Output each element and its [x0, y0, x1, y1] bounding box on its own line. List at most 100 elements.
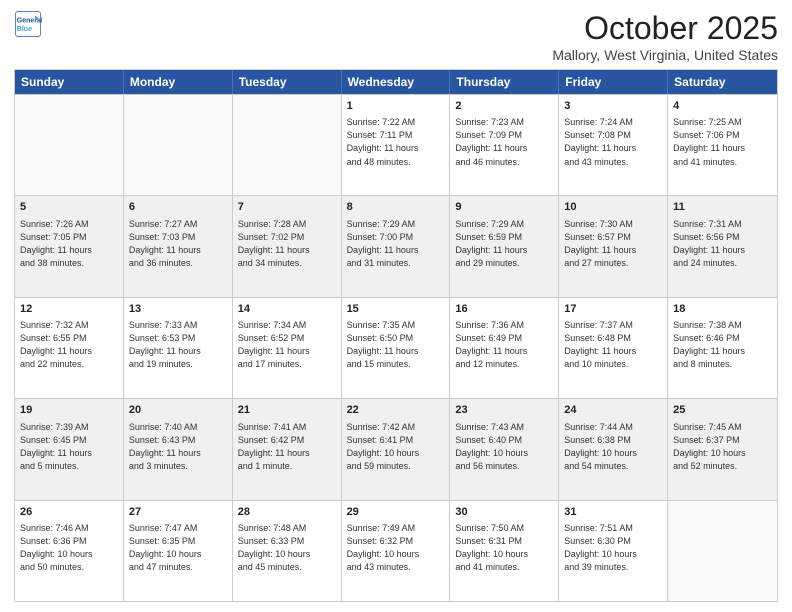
- calendar-body: 1Sunrise: 7:22 AM Sunset: 7:11 PM Daylig…: [15, 94, 777, 601]
- empty-cell: [124, 95, 233, 195]
- cell-details: Sunrise: 7:45 AM Sunset: 6:37 PM Dayligh…: [673, 421, 772, 473]
- calendar-cell: 15 Sunrise: 7:35 AM Sunset: 6:50 PM Dayli…: [342, 298, 451, 398]
- day-number: 17: [564, 302, 662, 317]
- cell-details: Sunrise: 7:36 AM Sunset: 6:49 PM Dayligh…: [455, 319, 553, 371]
- location: Mallory, West Virginia, United States: [552, 47, 778, 63]
- weekday-header: Tuesday: [233, 70, 342, 94]
- calendar-cell: 24Sunrise: 7:44 AM Sunset: 6:38 PM Dayli…: [559, 399, 668, 499]
- calendar-cell: 7 Sunrise: 7:28 AM Sunset: 7:02 PM Daylig…: [233, 196, 342, 296]
- cell-details: Sunrise: 7:30 AM Sunset: 6:57 PM Dayligh…: [564, 218, 662, 270]
- calendar-cell: 29Sunrise: 7:49 AM Sunset: 6:32 PM Dayli…: [342, 501, 451, 601]
- day-number: 2: [455, 99, 553, 114]
- day-number: 6: [129, 200, 227, 215]
- cell-details: Sunrise: 7:42 AM Sunset: 6:41 PM Dayligh…: [347, 421, 445, 473]
- calendar-cell: 10 Sunrise: 7:30 AM Sunset: 6:57 PM Dayli…: [559, 196, 668, 296]
- calendar-cell: 9 Sunrise: 7:29 AM Sunset: 6:59 PM Daylig…: [450, 196, 559, 296]
- cell-details: Sunrise: 7:37 AM Sunset: 6:48 PM Dayligh…: [564, 319, 662, 371]
- cell-details: Sunrise: 7:48 AM Sunset: 6:33 PM Dayligh…: [238, 522, 336, 574]
- day-number: 30: [455, 505, 553, 520]
- day-number: 19: [20, 403, 118, 418]
- day-number: 15: [347, 302, 445, 317]
- empty-cell: [668, 501, 777, 601]
- calendar-cell: 28 Sunrise: 7:48 AM Sunset: 6:33 PM Dayli…: [233, 501, 342, 601]
- day-number: 22: [347, 403, 445, 418]
- calendar-cell: 14 Sunrise: 7:34 AM Sunset: 6:52 PM Dayli…: [233, 298, 342, 398]
- calendar-row: 1Sunrise: 7:22 AM Sunset: 7:11 PM Daylig…: [15, 94, 777, 195]
- day-number: 23: [455, 403, 553, 418]
- calendar-row: 12 Sunrise: 7:32 AM Sunset: 6:55 PM Dayli…: [15, 297, 777, 398]
- calendar-cell: 20Sunrise: 7:40 AM Sunset: 6:43 PM Dayli…: [124, 399, 233, 499]
- calendar-cell: 5 Sunrise: 7:26 AM Sunset: 7:05 PM Daylig…: [15, 196, 124, 296]
- cell-details: Sunrise: 7:41 AM Sunset: 6:42 PM Dayligh…: [238, 421, 336, 473]
- day-number: 16: [455, 302, 553, 317]
- calendar-row: 26Sunrise: 7:46 AM Sunset: 6:36 PM Dayli…: [15, 500, 777, 601]
- weekday-header: Sunday: [15, 70, 124, 94]
- day-number: 8: [347, 200, 445, 215]
- calendar-cell: 16 Sunrise: 7:36 AM Sunset: 6:49 PM Dayli…: [450, 298, 559, 398]
- cell-details: Sunrise: 7:46 AM Sunset: 6:36 PM Dayligh…: [20, 522, 118, 574]
- calendar-cell: 19 Sunrise: 7:39 AM Sunset: 6:45 PM Dayli…: [15, 399, 124, 499]
- cell-details: Sunrise: 7:35 AM Sunset: 6:50 PM Dayligh…: [347, 319, 445, 371]
- cell-details: Sunrise: 7:49 AM Sunset: 6:32 PM Dayligh…: [347, 522, 445, 574]
- cell-details: Sunrise: 7:29 AM Sunset: 6:59 PM Dayligh…: [455, 218, 553, 270]
- day-number: 31: [564, 505, 662, 520]
- calendar-cell: 23Sunrise: 7:43 AM Sunset: 6:40 PM Dayli…: [450, 399, 559, 499]
- calendar-cell: 26Sunrise: 7:46 AM Sunset: 6:36 PM Dayli…: [15, 501, 124, 601]
- logo-icon: General Blue: [14, 10, 42, 38]
- calendar-cell: 13 Sunrise: 7:33 AM Sunset: 6:53 PM Dayli…: [124, 298, 233, 398]
- calendar-cell: 12 Sunrise: 7:32 AM Sunset: 6:55 PM Dayli…: [15, 298, 124, 398]
- cell-details: Sunrise: 7:28 AM Sunset: 7:02 PM Dayligh…: [238, 218, 336, 270]
- day-number: 28: [238, 505, 336, 520]
- month-title: October 2025: [552, 10, 778, 47]
- cell-details: Sunrise: 7:29 AM Sunset: 7:00 PM Dayligh…: [347, 218, 445, 270]
- calendar-cell: 25Sunrise: 7:45 AM Sunset: 6:37 PM Dayli…: [668, 399, 777, 499]
- cell-details: Sunrise: 7:23 AM Sunset: 7:09 PM Dayligh…: [455, 116, 553, 168]
- day-number: 5: [20, 200, 118, 215]
- day-number: 10: [564, 200, 662, 215]
- cell-details: Sunrise: 7:31 AM Sunset: 6:56 PM Dayligh…: [673, 218, 772, 270]
- header: General Blue October 2025 Mallory, West …: [14, 10, 778, 63]
- cell-details: Sunrise: 7:39 AM Sunset: 6:45 PM Dayligh…: [20, 421, 118, 473]
- day-number: 7: [238, 200, 336, 215]
- day-number: 20: [129, 403, 227, 418]
- calendar-cell: 18Sunrise: 7:38 AM Sunset: 6:46 PM Dayli…: [668, 298, 777, 398]
- calendar: SundayMondayTuesdayWednesdayThursdayFrid…: [14, 69, 778, 602]
- calendar-cell: 22 Sunrise: 7:42 AM Sunset: 6:41 PM Dayli…: [342, 399, 451, 499]
- day-number: 9: [455, 200, 553, 215]
- weekday-header: Saturday: [668, 70, 777, 94]
- calendar-cell: 27 Sunrise: 7:47 AM Sunset: 6:35 PM Dayli…: [124, 501, 233, 601]
- day-number: 21: [238, 403, 336, 418]
- cell-details: Sunrise: 7:32 AM Sunset: 6:55 PM Dayligh…: [20, 319, 118, 371]
- calendar-cell: 3Sunrise: 7:24 AM Sunset: 7:08 PM Daylig…: [559, 95, 668, 195]
- day-number: 11: [673, 200, 772, 215]
- empty-cell: [233, 95, 342, 195]
- day-number: 3: [564, 99, 662, 114]
- cell-details: Sunrise: 7:50 AM Sunset: 6:31 PM Dayligh…: [455, 522, 553, 574]
- weekday-header: Thursday: [450, 70, 559, 94]
- calendar-cell: 4Sunrise: 7:25 AM Sunset: 7:06 PM Daylig…: [668, 95, 777, 195]
- day-number: 1: [347, 99, 445, 114]
- cell-details: Sunrise: 7:38 AM Sunset: 6:46 PM Dayligh…: [673, 319, 772, 371]
- day-number: 14: [238, 302, 336, 317]
- page: General Blue October 2025 Mallory, West …: [0, 0, 792, 612]
- calendar-row: 5 Sunrise: 7:26 AM Sunset: 7:05 PM Daylig…: [15, 195, 777, 296]
- calendar-cell: 2 Sunrise: 7:23 AM Sunset: 7:09 PM Daylig…: [450, 95, 559, 195]
- cell-details: Sunrise: 7:27 AM Sunset: 7:03 PM Dayligh…: [129, 218, 227, 270]
- calendar-header: SundayMondayTuesdayWednesdayThursdayFrid…: [15, 70, 777, 94]
- calendar-cell: 30 Sunrise: 7:50 AM Sunset: 6:31 PM Dayli…: [450, 501, 559, 601]
- cell-details: Sunrise: 7:47 AM Sunset: 6:35 PM Dayligh…: [129, 522, 227, 574]
- calendar-cell: 17 Sunrise: 7:37 AM Sunset: 6:48 PM Dayli…: [559, 298, 668, 398]
- day-number: 13: [129, 302, 227, 317]
- title-block: October 2025 Mallory, West Virginia, Uni…: [552, 10, 778, 63]
- cell-details: Sunrise: 7:33 AM Sunset: 6:53 PM Dayligh…: [129, 319, 227, 371]
- calendar-cell: 11 Sunrise: 7:31 AM Sunset: 6:56 PM Dayli…: [668, 196, 777, 296]
- logo: General Blue: [14, 10, 42, 38]
- cell-details: Sunrise: 7:51 AM Sunset: 6:30 PM Dayligh…: [564, 522, 662, 574]
- day-number: 12: [20, 302, 118, 317]
- day-number: 27: [129, 505, 227, 520]
- cell-details: Sunrise: 7:26 AM Sunset: 7:05 PM Dayligh…: [20, 218, 118, 270]
- empty-cell: [15, 95, 124, 195]
- calendar-cell: 21 Sunrise: 7:41 AM Sunset: 6:42 PM Dayli…: [233, 399, 342, 499]
- calendar-cell: 1Sunrise: 7:22 AM Sunset: 7:11 PM Daylig…: [342, 95, 451, 195]
- cell-details: Sunrise: 7:34 AM Sunset: 6:52 PM Dayligh…: [238, 319, 336, 371]
